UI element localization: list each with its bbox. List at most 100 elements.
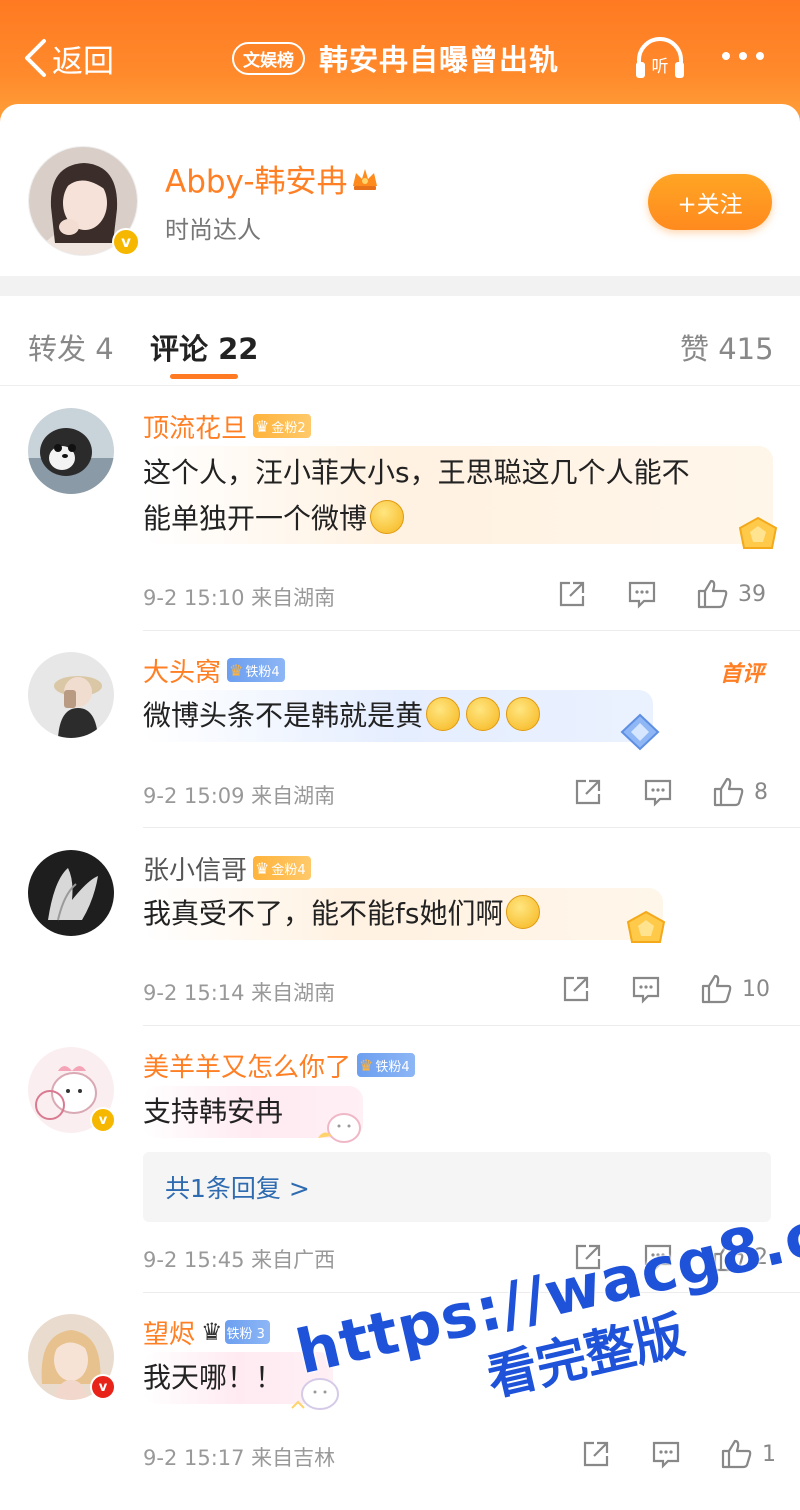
comment-meta: 9-2 15:10 来自湖南 [143, 586, 336, 610]
like-button[interactable]: 1 [720, 1438, 776, 1470]
crown-icon: ♛ [229, 660, 244, 680]
fan-badge: ♛ 铁粉4 [357, 1053, 415, 1077]
crown-icon: ♛ [359, 1055, 374, 1075]
comment-icon[interactable] [642, 776, 674, 808]
ranking-tag[interactable]: 文娱榜 [232, 41, 305, 75]
commenter-avatar[interactable]: v [28, 1314, 116, 1400]
comment-header: 美羊羊又怎么你了 ♛ 铁粉4 [143, 1047, 415, 1083]
thumbs-up-icon [713, 1242, 744, 1272]
fan-badge-label: 铁粉 3 [226, 1326, 265, 1342]
comment-text-line: 能单独开一个微博 [143, 502, 368, 535]
verified-icon: v [112, 228, 140, 256]
comment-icon[interactable] [650, 1438, 682, 1470]
page-title: 韩安冉自曝曾出轨 [319, 43, 560, 77]
back-label: 返回 [52, 43, 114, 80]
nav-title: 文娱榜 韩安冉自曝曾出轨 [232, 38, 559, 78]
commenter-name[interactable]: 望烬 [143, 1314, 195, 1351]
chevron-left-icon [25, 39, 46, 77]
like-count: 39 [738, 581, 766, 607]
thumbs-up-icon [713, 777, 744, 807]
share-icon[interactable] [580, 1438, 612, 1470]
listen-button[interactable]: 听 [633, 34, 687, 86]
sticker-decoration-icon [318, 1113, 361, 1143]
commenter-avatar[interactable]: v [28, 1047, 116, 1133]
commenter-name[interactable]: 美羊羊又怎么你了 [143, 1047, 351, 1084]
like-button[interactable]: 39 [696, 578, 766, 610]
section-divider [0, 276, 800, 296]
comment-divider [143, 827, 800, 828]
active-tab-indicator [170, 374, 238, 379]
comment-divider [143, 1025, 800, 1026]
comment-actions: 1 [580, 1438, 776, 1470]
commenter-avatar[interactable] [28, 408, 114, 494]
commenter-avatar[interactable] [28, 652, 114, 738]
like-button[interactable]: 10 [700, 973, 770, 1005]
more-options-icon[interactable] [722, 52, 764, 60]
verified-icon: v [90, 1374, 116, 1400]
crown-icon [352, 168, 377, 190]
author-subtitle: 时尚达人 [165, 216, 261, 244]
comment-meta: 9-2 15:17 来自吉林 [143, 1446, 336, 1470]
crown-icon: ♛ [201, 1318, 223, 1346]
watermark-url: https://wacg8.com [290, 1175, 800, 1389]
author-avatar[interactable]: v [28, 146, 140, 256]
watermark-caption: 看完整版 [481, 1305, 690, 1408]
commenter-avatar[interactable] [28, 850, 114, 936]
laugh-cry-emoji-icon [426, 697, 461, 731]
like-count: 2 [754, 1244, 768, 1270]
verified-icon: v [90, 1107, 116, 1133]
comment-icon[interactable] [642, 1241, 674, 1273]
laugh-cry-emoji-icon [506, 697, 541, 731]
sweat-emoji-icon [506, 895, 541, 929]
like-button[interactable]: 2 [712, 1241, 768, 1273]
thumbs-up-icon [701, 974, 732, 1004]
commenter-name[interactable]: 顶流花旦 [143, 408, 247, 445]
like-button[interactable]: 8 [712, 776, 768, 808]
fan-badge-label: 铁粉4 [375, 1059, 410, 1075]
comment-text-line: 微博头条不是韩就是黄 [143, 699, 424, 732]
crown-icon: ♛ [255, 858, 270, 878]
follow-button[interactable]: +关注 [648, 174, 772, 230]
comment-meta: 9-2 15:14 来自湖南 [143, 981, 336, 1005]
sweat-emoji-icon [370, 500, 405, 534]
thumbs-up-icon [697, 579, 728, 609]
watermark-overlay: https://wacg8.com 看完整版 [290, 1175, 800, 1451]
comment-divider [143, 1292, 800, 1293]
like-count: 10 [742, 976, 770, 1002]
tab-bar: 转发 4 评论 22 赞 415 [0, 296, 800, 386]
author-name-row[interactable]: Abby-韩安冉 [165, 156, 380, 201]
thumbs-up-icon [721, 1439, 752, 1469]
comment-text: 这个人，汪小菲大小s，王思聪这几个人能不 能单独开一个微博 [143, 450, 690, 542]
reply-summary-link[interactable]: 共1条回复 > [143, 1152, 771, 1222]
comment-text: 支持韩安冉 [143, 1095, 284, 1128]
comment-icon[interactable] [626, 578, 658, 610]
tab-likes[interactable]: 赞 415 [680, 326, 774, 368]
comment-meta: 9-2 15:45 来自广西 [143, 1248, 336, 1272]
headphones-icon: 听 [636, 37, 684, 78]
like-count: 1 [762, 1441, 776, 1467]
share-icon[interactable] [572, 1241, 604, 1273]
comment-header: 顶流花旦 ♛ 金粉2 [143, 408, 311, 444]
fan-badge: 铁粉 3 [224, 1320, 270, 1344]
comment-divider [143, 630, 800, 631]
laugh-cry-emoji-icon [466, 697, 501, 731]
comment-actions: 8 [572, 776, 768, 808]
commenter-name[interactable]: 张小信哥 [143, 850, 247, 887]
comment-text: 我天哪！！ [143, 1361, 284, 1394]
commenter-name[interactable]: 大头窝 [143, 652, 221, 689]
comment-text-line: 我真受不了，能不能fs她们啊 [143, 897, 504, 930]
comment-icon[interactable] [630, 973, 662, 1005]
share-icon[interactable] [556, 578, 588, 610]
tab-reposts[interactable]: 转发 4 [28, 326, 114, 368]
diamond-medal-icon [620, 713, 660, 751]
tab-comments[interactable]: 评论 22 [150, 326, 258, 368]
author-card: v Abby-韩安冉 时尚达人 +关注 [0, 104, 800, 276]
first-comment-tag: 首评 [720, 662, 765, 687]
share-icon[interactable] [572, 776, 604, 808]
back-button[interactable]: 返回 [22, 36, 114, 80]
comment-header: 张小信哥 ♛ 金粉4 [143, 850, 311, 886]
share-icon[interactable] [560, 973, 592, 1005]
fan-badge: ♛ 金粉2 [253, 414, 311, 438]
gold-medal-icon [738, 516, 778, 549]
comment-text: 微博头条不是韩就是黄 [143, 693, 543, 739]
